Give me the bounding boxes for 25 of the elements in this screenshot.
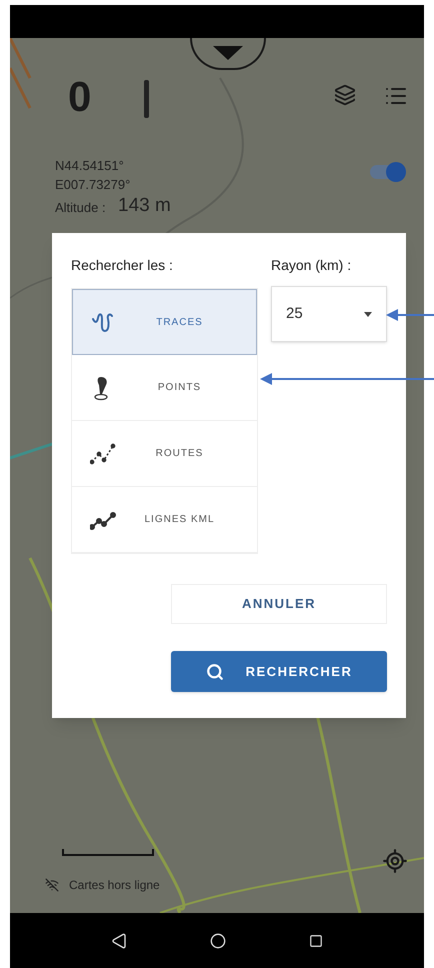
scale-bar-icon: [62, 848, 154, 856]
search-icon: [206, 662, 224, 680]
altitude-value: 143 m: [118, 194, 171, 218]
recents-icon[interactable]: [308, 934, 323, 948]
latitude-text: N44.54151°: [55, 157, 124, 175]
type-option[interactable]: TRACES: [72, 289, 257, 355]
back-icon[interactable]: [111, 932, 128, 948]
search-button[interactable]: RECHERCHER: [171, 651, 387, 692]
radius-label: Rayon (km) :: [271, 256, 352, 275]
wifi-off-icon: [45, 878, 59, 892]
offline-maps-text: Cartes hors ligne: [69, 877, 160, 894]
altitude-label: Altitude :: [55, 199, 106, 217]
locate-icon[interactable]: [382, 848, 408, 874]
layers-icon[interactable]: [334, 84, 356, 106]
toggle-switch[interactable]: [370, 162, 406, 182]
annotation-arrow: [386, 308, 434, 322]
dropdown-caret-icon: [364, 312, 372, 316]
radius-select[interactable]: 25: [271, 286, 387, 342]
search-types-label: Rechercher les :: [71, 256, 174, 275]
longitude-text: E007.73279°: [55, 176, 130, 194]
cancel-button[interactable]: ANNULER: [171, 584, 387, 624]
speed-value: 0: [68, 76, 92, 118]
route-line-icon: [90, 442, 116, 464]
caret-icon: [213, 46, 243, 60]
home-icon[interactable]: [210, 932, 226, 948]
